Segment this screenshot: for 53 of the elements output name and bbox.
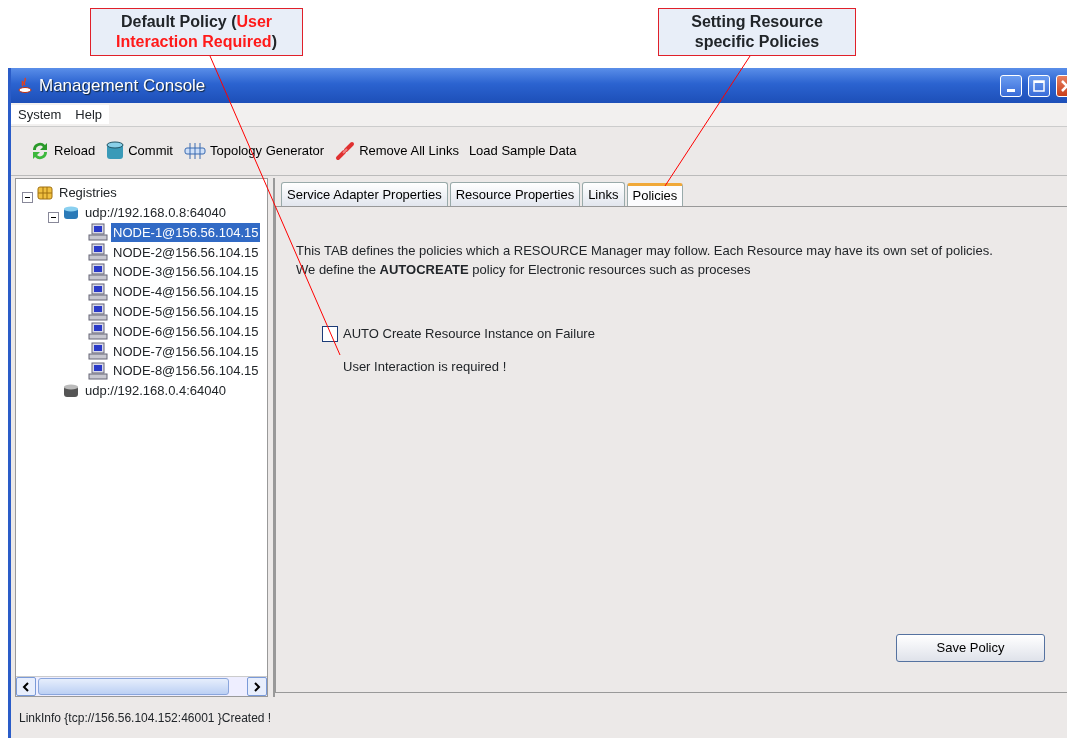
database-icon	[105, 140, 126, 162]
connector-icon	[183, 141, 207, 161]
tree-item[interactable]: NODE-6@156.56.104.15	[111, 321, 261, 342]
menu-item[interactable]: System	[11, 104, 69, 125]
computer-icon	[88, 302, 108, 321]
maximize-button[interactable]	[1028, 74, 1050, 97]
menu-item[interactable]: Help	[68, 104, 110, 125]
tree-item[interactable]: NODE-8@156.56.104.15	[111, 361, 261, 381]
app-icon	[17, 75, 33, 96]
computer-icon	[88, 263, 108, 282]
checkbox-label: AUTO Create Resource Instance on Failure	[343, 325, 595, 343]
toolbar-button[interactable]: Reload	[27, 140, 98, 162]
database-icon	[62, 204, 80, 221]
scroll-right-icon[interactable]	[247, 677, 267, 696]
callout-label: Setting Resource specific Policies	[658, 8, 856, 56]
toolbar-button[interactable]: Remove All Links	[332, 140, 461, 162]
toolbar-button[interactable]: Load Sample Data	[466, 141, 579, 161]
tree-item[interactable]: udp://192.168.0.8:64040	[83, 202, 228, 223]
toolbar-button[interactable]: Commit	[103, 140, 175, 162]
computer-icon	[88, 342, 108, 361]
save-button[interactable]: Save Policy	[896, 634, 1045, 662]
computer-icon	[88, 223, 108, 242]
tree-item[interactable]: NODE-5@156.56.104.15	[111, 301, 261, 322]
computer-icon	[88, 362, 108, 381]
tab[interactable]: Policies	[626, 182, 684, 207]
toolbar-button[interactable]: Topology Generator	[181, 141, 327, 161]
tree-item[interactable]: NODE-3@156.56.104.15	[111, 262, 261, 282]
tree-item[interactable]: NODE-7@156.56.104.15	[111, 341, 261, 361]
description-text: This TAB defines the policies which a RESOURCE Manager may follow. Each Resource may have its own set of policies.	[296, 242, 994, 260]
tree-item[interactable]: udp://192.168.0.4:64040	[83, 381, 228, 401]
scroll-left-icon[interactable]	[16, 677, 36, 696]
computer-icon	[88, 282, 108, 301]
broken-link-icon	[334, 140, 357, 162]
scroll-thumb[interactable]	[38, 678, 229, 695]
database-icon	[62, 382, 80, 399]
maximize-icon	[1031, 77, 1047, 94]
tab[interactable]: Resource Properties	[449, 181, 581, 206]
tree-item[interactable]: NODE-1@156.56.104.15	[111, 222, 261, 243]
computer-icon	[88, 322, 108, 341]
minimize-button[interactable]	[1000, 74, 1022, 97]
tab[interactable]: Links	[582, 181, 625, 206]
tree-item[interactable]: Registries	[57, 183, 119, 203]
grid-icon	[36, 184, 54, 201]
note-text: User Interaction is required !	[343, 357, 508, 376]
callout-label: Default Policy (User Interaction Required)	[90, 8, 303, 56]
tab[interactable]: Service Adapter Properties	[281, 181, 448, 206]
minimize-icon	[1007, 88, 1015, 92]
tree-item[interactable]: NODE-4@156.56.104.15	[111, 282, 261, 302]
computer-icon	[88, 243, 108, 262]
tree-item[interactable]: NODE-2@156.56.104.15	[111, 242, 261, 263]
checkbox[interactable]	[322, 325, 338, 342]
window-title: Management Console	[39, 74, 206, 97]
status-text: LinkInfo {tcp://156.56.104.152:46001 }Created !	[19, 709, 272, 727]
